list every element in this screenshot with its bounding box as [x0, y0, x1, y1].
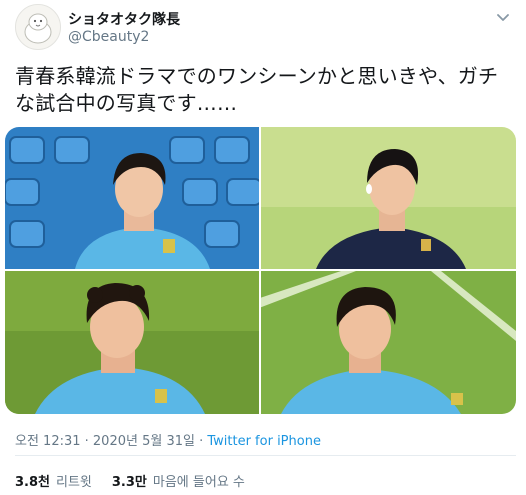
media-grid — [5, 127, 516, 414]
tweet: ショタオタク隊長 @Cbeauty2 青春系韓流ドラマでのワンシーンかと思いきや… — [0, 0, 526, 495]
tweet-stats: 3.8천 리트윗 3.3만 마음에 들어요 수 — [15, 471, 245, 490]
user-handle[interactable]: @Cbeauty2 — [68, 29, 149, 45]
photo-player-blue-seats-icon — [5, 127, 259, 269]
photo-player-sky-jersey-icon — [261, 271, 516, 414]
tweet-text: 青春系韓流ドラマでのワンシーンかと思いきや、ガチな試合中の写真です…… — [15, 64, 499, 115]
avatar-icon — [16, 5, 60, 49]
likes-stat[interactable]: 3.3만 마음에 들어요 수 — [112, 475, 245, 490]
photo-player-navy-jacket-icon — [261, 127, 516, 269]
photo-3[interactable] — [5, 271, 259, 414]
retweets-label: 리트윗 — [56, 475, 92, 490]
divider — [15, 455, 516, 456]
display-name[interactable]: ショタオタク隊長 — [68, 9, 180, 29]
more-options-button[interactable] — [494, 8, 512, 26]
source-link[interactable]: Twitter for iPhone — [207, 434, 321, 449]
photo-player-curly-hair-icon — [5, 271, 259, 414]
retweets-count: 3.8천 — [15, 475, 50, 490]
photo-1[interactable] — [5, 127, 259, 269]
photo-2[interactable] — [261, 127, 516, 269]
avatar[interactable] — [15, 4, 61, 50]
timestamp[interactable]: 오전 12:31 · 2020년 5월 31일 · — [15, 434, 207, 449]
likes-label: 마음에 들어요 수 — [152, 475, 245, 490]
photo-4[interactable] — [261, 271, 516, 414]
likes-count: 3.3만 — [111, 475, 147, 490]
retweets-stat[interactable]: 3.8천 리트윗 — [15, 475, 92, 490]
chevron-down-icon — [497, 14, 509, 21]
tweet-meta: 오전 12:31 · 2020년 5월 31일 · Twitter for iP… — [15, 430, 321, 449]
